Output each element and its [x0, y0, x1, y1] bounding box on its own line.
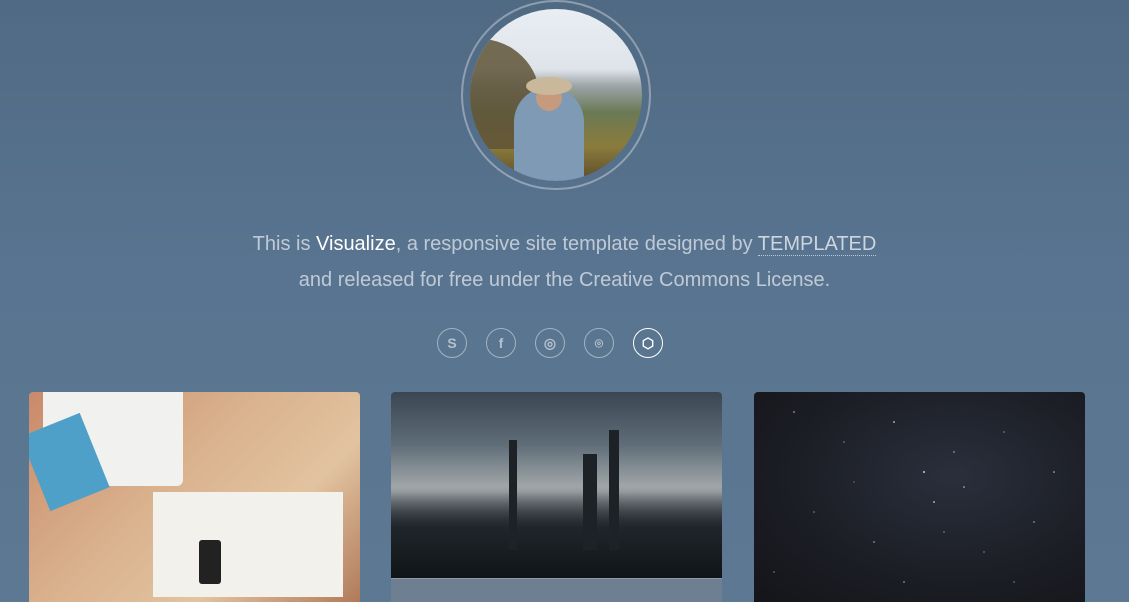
skype-glyph: S [447, 335, 457, 351]
avatar [470, 9, 642, 181]
intro-line-1: This is Visualize, a responsive site tem… [0, 226, 1129, 262]
gallery-image-desk[interactable] [29, 392, 360, 602]
github-glyph: ⌾ [594, 334, 604, 351]
instagram-icon[interactable]: ◎ [535, 328, 565, 358]
intro-prefix: This is [252, 233, 317, 255]
templated-link[interactable]: TEMPLATED [757, 233, 877, 256]
instagram-glyph: ◎ [543, 334, 557, 351]
avatar-hat-shape [526, 77, 572, 95]
tower-shape [609, 430, 619, 550]
facebook-icon[interactable]: f [486, 328, 516, 358]
gallery-image-night-sky[interactable] [754, 392, 1085, 602]
skype-icon[interactable]: S [437, 328, 467, 358]
gallery-image-city-skyline[interactable] [391, 392, 722, 602]
github-icon[interactable]: ⌾ [584, 328, 614, 358]
codepen-icon[interactable]: ⬡ [633, 328, 663, 358]
intro-middle: , a responsive site template designed by [395, 233, 758, 255]
phone-shape [199, 540, 221, 584]
brand-name: Visualize [316, 233, 396, 255]
intro-line-2: and released for free under the Creative… [298, 269, 831, 291]
tower-shape [509, 440, 517, 550]
profile-avatar-ring [461, 0, 651, 190]
social-icons: S f ◎ ⌾ ⬡ [437, 328, 663, 358]
book-shape [153, 492, 343, 597]
facebook-glyph: f [498, 335, 504, 351]
codepen-glyph: ⬡ [641, 334, 655, 351]
skyline-shape [391, 492, 722, 582]
intro-text: This is Visualize, a responsive site tem… [0, 226, 1129, 298]
stars-shape [773, 411, 1055, 583]
card-caption-bar [391, 578, 722, 602]
tower-shape [583, 454, 597, 550]
